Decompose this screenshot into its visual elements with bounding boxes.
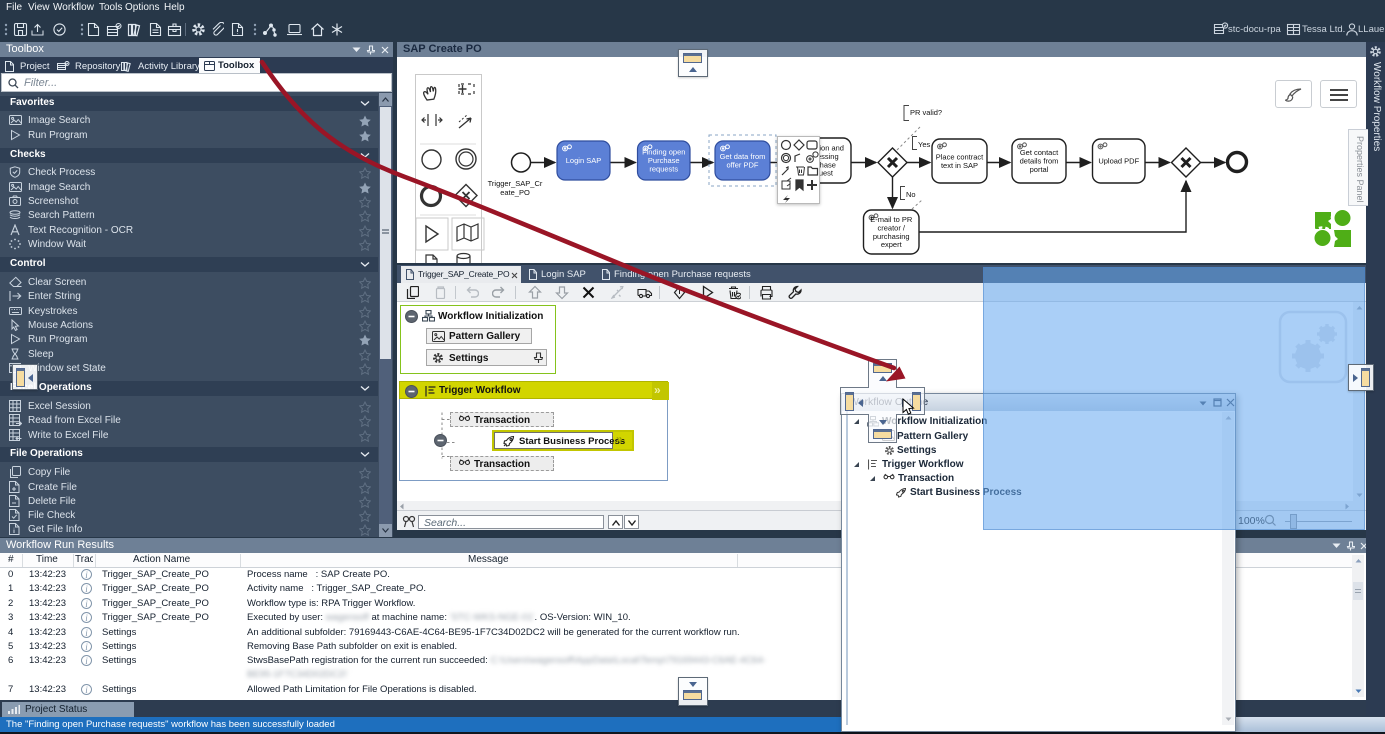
svg-text:Login SAP: Login SAP (566, 156, 601, 165)
svg-text:requests: requests (649, 165, 678, 174)
svg-text:expert: expert (881, 240, 903, 249)
svg-text:No: No (906, 190, 916, 199)
svg-text:Upload PDF: Upload PDF (1098, 157, 1139, 166)
svg-text:text in SAP: text in SAP (941, 161, 978, 170)
svg-text:portal: portal (1030, 165, 1049, 174)
svg-text:Yes: Yes (918, 140, 930, 149)
svg-text:PR valid?: PR valid? (910, 108, 942, 117)
svg-text:offer PDF: offer PDF (727, 160, 759, 169)
